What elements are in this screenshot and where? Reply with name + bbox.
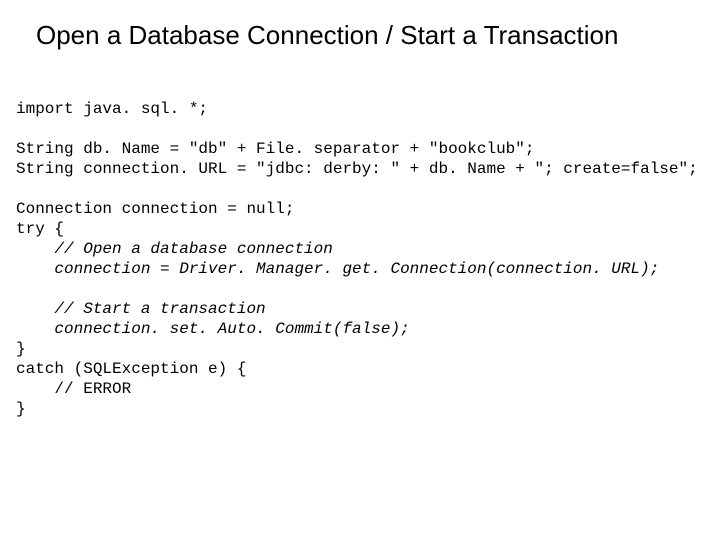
code-line: catch (SQLException e) { (16, 360, 246, 378)
code-line: String db. Name = "db" + File. separator… (16, 140, 534, 158)
code-comment: // Start a transaction (54, 300, 265, 318)
code-line: try { (16, 220, 64, 238)
code-indent (16, 300, 54, 318)
code-line: } (16, 340, 26, 358)
code-indent (16, 260, 54, 278)
code-indent (16, 240, 54, 258)
code-line: connection. set. Auto. Commit(false); (54, 320, 409, 338)
code-line: import java. sql. *; (16, 100, 208, 118)
code-comment: // Open a database connection (54, 240, 332, 258)
code-line: // ERROR (16, 380, 131, 398)
slide-title: Open a Database Connection / Start a Tra… (36, 20, 700, 51)
code-line: connection = Driver. Manager. get. Conne… (54, 260, 659, 278)
code-indent (16, 320, 54, 338)
code-line: Connection connection = null; (16, 200, 294, 218)
code-block: import java. sql. *; String db. Name = "… (16, 79, 700, 419)
code-line: String connection. URL = "jdbc: derby: "… (16, 160, 698, 178)
slide: Open a Database Connection / Start a Tra… (0, 0, 720, 540)
code-line: } (16, 400, 26, 418)
